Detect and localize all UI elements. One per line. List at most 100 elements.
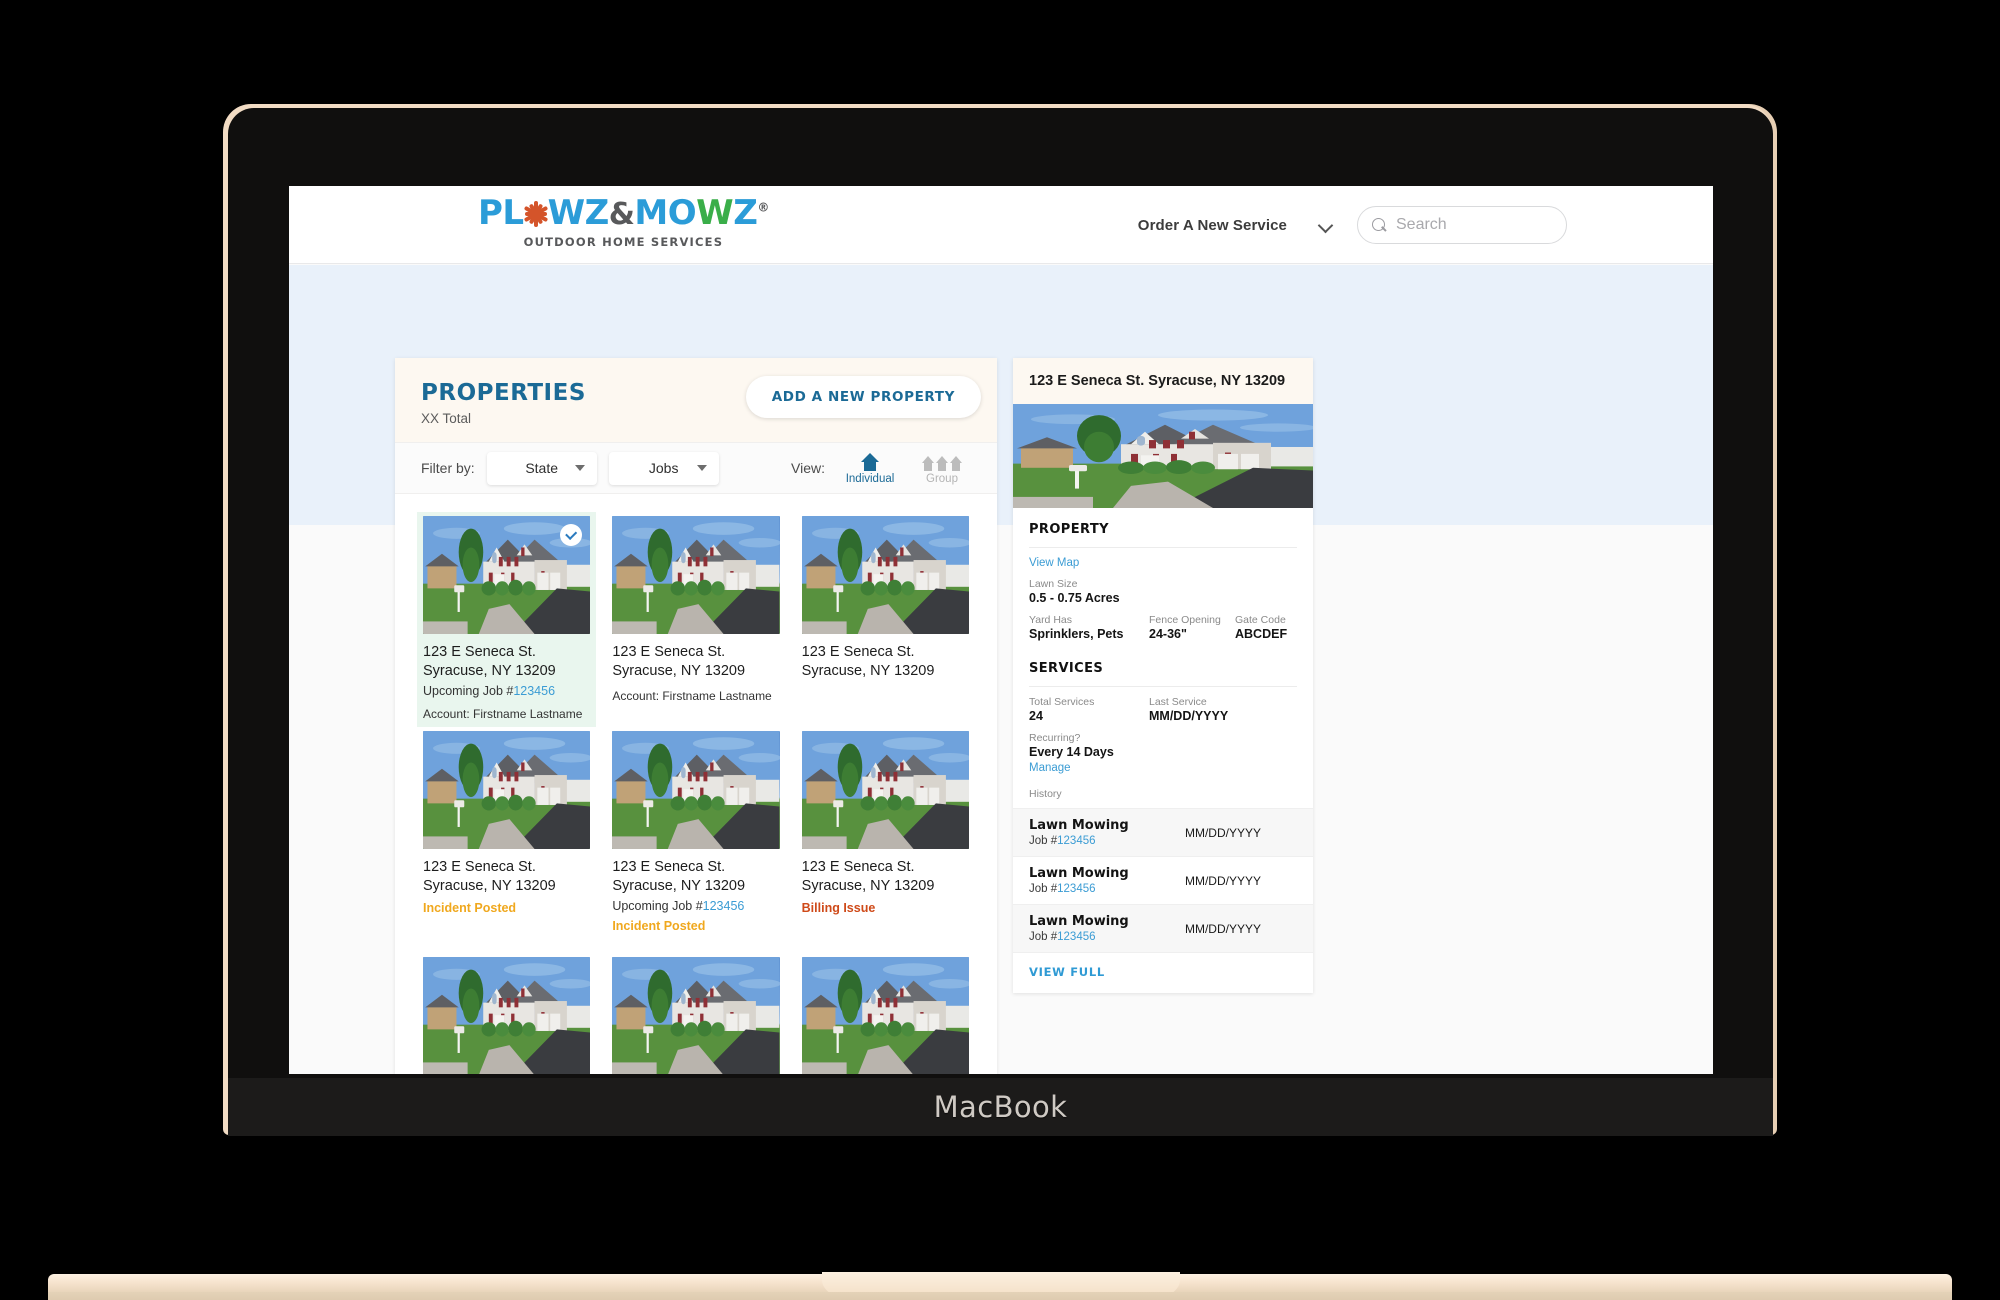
property-card[interactable]: 123 E Seneca St. Syracuse, NY 13209 Upcomi… (606, 727, 785, 939)
job-number-link[interactable]: 123456 (513, 684, 555, 698)
history-date: MM/DD/YYYY (1184, 825, 1261, 840)
laptop-screen: PL WZ&MOWZ® OUTDOOR HOME SERVICES Order A… (289, 186, 1713, 1074)
property-thumbnail[interactable] (612, 516, 780, 634)
job-prefix: Upcoming Job # (612, 899, 703, 914)
lawn-size-label: Lawn Size (1029, 578, 1078, 590)
houses-group-icon (913, 451, 971, 471)
brand-logo[interactable]: PL WZ&MOWZ® OUTDOOR HOME SERVICES (478, 196, 769, 249)
history-job-prefix: Job # (1029, 835, 1058, 847)
view-toggle-group: View: Individual Group (791, 451, 971, 485)
property-card[interactable]: 123 E Seneca St. Syracuse, NY 13209 Accoun… (606, 512, 785, 727)
history-service-name: Lawn Mowing (1029, 866, 1129, 881)
divider (1029, 547, 1297, 548)
property-thumbnail[interactable] (801, 731, 969, 850)
total-services-value: 24 (1029, 709, 1043, 723)
screenshot-stage: PL WZ&MOWZ® OUTDOOR HOME SERVICES Order A… (0, 0, 2000, 1300)
search-box[interactable] (1357, 206, 1567, 244)
address-line-2: Syracuse, NY 13209 (612, 877, 746, 894)
header-nav: Order A New Service (1138, 186, 1567, 264)
property-address: 123 E Seneca St. Syracuse, NY 13209 (423, 858, 590, 895)
view-map-link[interactable]: View Map (1029, 557, 1297, 569)
history-row-info: Lawn Mowing Job #123456 (1029, 866, 1129, 895)
job-number-link[interactable]: 123456 (703, 899, 745, 913)
upcoming-job: Upcoming Job #123456 (423, 684, 590, 698)
history-row[interactable]: Lawn Mowing Job #123456 MM/DD/YYYY (1013, 904, 1313, 952)
view-group-label: Group (926, 473, 958, 485)
filter-jobs-select[interactable]: Jobs (608, 451, 719, 485)
chevron-down-icon[interactable] (1319, 218, 1333, 232)
detail-property-photo (1013, 404, 1313, 508)
brand-ampersand: & (608, 197, 635, 232)
property-address: 123 E Seneca St. Syracuse, NY 13209 (612, 858, 779, 895)
laptop-chin: MacBook (228, 1078, 1773, 1136)
property-thumbnail[interactable] (612, 957, 780, 1074)
history-row[interactable]: Lawn Mowing Job #123456 MM/DD/YYYY (1013, 856, 1313, 904)
property-card[interactable] (606, 953, 785, 1074)
manage-link[interactable]: Manage (1029, 762, 1297, 774)
house-icon (841, 451, 899, 471)
view-full-history-button[interactable]: VIEW FULL (1013, 952, 1313, 993)
property-thumbnail[interactable] (423, 731, 591, 850)
address-line-2: Syracuse, NY 13209 (801, 877, 935, 894)
address-line-1: 123 E Seneca St. (423, 644, 536, 660)
history-job: Job #123456 (1029, 835, 1129, 847)
total-services-field: Total Services 24 (1029, 696, 1141, 723)
property-card[interactable]: 123 E Seneca St. Syracuse, NY 13209 Incide… (417, 727, 596, 939)
property-address: 123 E Seneca St. Syracuse, NY 13209 (802, 643, 969, 680)
search-input[interactable] (1396, 216, 1552, 234)
property-section-heading: PROPERTY (1029, 522, 1109, 537)
property-thumbnail[interactable] (423, 957, 591, 1074)
property-thumbnail[interactable] (801, 516, 969, 634)
history-job-number-link[interactable]: 123456 (1057, 883, 1095, 895)
history-job: Job #123456 (1029, 883, 1129, 895)
fence-opening-field: Fence Opening 24-36" (1149, 605, 1227, 641)
property-thumbnail[interactable] (612, 731, 780, 850)
property-attributes-row: Yard Has Sprinklers, Pets Fence Opening … (1029, 605, 1297, 641)
view-individual-label: Individual (845, 473, 895, 485)
properties-header: PROPERTIES XX Total ADD A NEW PROPERTY (395, 358, 997, 442)
history-job-number-link[interactable]: 123456 (1057, 835, 1095, 847)
yard-has-field: Yard Has Sprinklers, Pets (1029, 605, 1141, 641)
gate-code-label: Gate Code (1235, 614, 1286, 626)
brand-text-z: Z (733, 193, 758, 233)
brand-tagline: OUTDOOR HOME SERVICES (523, 235, 724, 249)
history-row[interactable]: Lawn Mowing Job #123456 MM/DD/YYYY (1013, 808, 1313, 856)
address-line-2: Syracuse, NY 13209 (801, 662, 935, 679)
detail-header: 123 E Seneca St. Syracuse, NY 13209 (1013, 358, 1313, 404)
add-new-property-button[interactable]: ADD A NEW PROPERTY (745, 376, 981, 418)
status-badge: Incident Posted (423, 901, 517, 916)
property-card[interactable] (417, 953, 596, 1074)
property-address: 123 E Seneca St. Syracuse, NY 13209 (802, 858, 969, 895)
address-line-1: 123 E Seneca St. (423, 859, 536, 876)
history-job-number-link[interactable]: 123456 (1057, 931, 1095, 943)
property-card[interactable] (796, 953, 975, 1074)
property-card[interactable]: 123 E Seneca St. Syracuse, NY 13209 Upcomi… (417, 512, 597, 728)
property-thumbnail[interactable] (801, 957, 969, 1074)
address-line-2: Syracuse, NY 13209 (612, 662, 746, 679)
property-thumbnail[interactable] (423, 516, 591, 634)
upcoming-job: Upcoming Job #123456 (612, 899, 779, 913)
properties-grid: 123 E Seneca St. Syracuse, NY 13209 Upcomi… (395, 494, 997, 1074)
registered-mark: ® (757, 200, 769, 215)
view-option-individual[interactable]: Individual (841, 451, 899, 485)
account-name: Account: Firstname Lastname (423, 707, 583, 722)
fence-opening-value: 24-36" (1149, 627, 1187, 641)
order-service-menu[interactable]: Order A New Service (1138, 217, 1287, 234)
gate-code-field: Gate Code ABCDEF (1235, 605, 1297, 641)
filter-jobs-label: Jobs (648, 460, 679, 476)
filter-state-select[interactable]: State (486, 451, 597, 485)
property-section: PROPERTY View Map Lawn Size 0.5 - 0.75 A… (1013, 508, 1313, 645)
last-service-value: MM/DD/YYYY (1149, 709, 1229, 723)
services-section-heading: SERVICES (1029, 661, 1104, 676)
snowflake-icon (523, 201, 549, 227)
total-services-label: Total Services (1029, 696, 1095, 708)
filter-state-label: State (525, 460, 559, 476)
account-name: Account: Firstname Lastname (612, 689, 772, 704)
status-badge: Incident Posted (612, 919, 706, 934)
recurring-value: Every 14 Days (1029, 745, 1114, 759)
brand-text-pl: PL (478, 193, 524, 233)
property-card[interactable]: 123 E Seneca St. Syracuse, NY 13209 Billin… (796, 727, 975, 939)
view-option-group[interactable]: Group (913, 451, 971, 485)
property-card[interactable]: 123 E Seneca St. Syracuse, NY 13209 (796, 512, 975, 727)
detail-address: 123 E Seneca St. Syracuse, NY 13209 (1029, 373, 1286, 389)
